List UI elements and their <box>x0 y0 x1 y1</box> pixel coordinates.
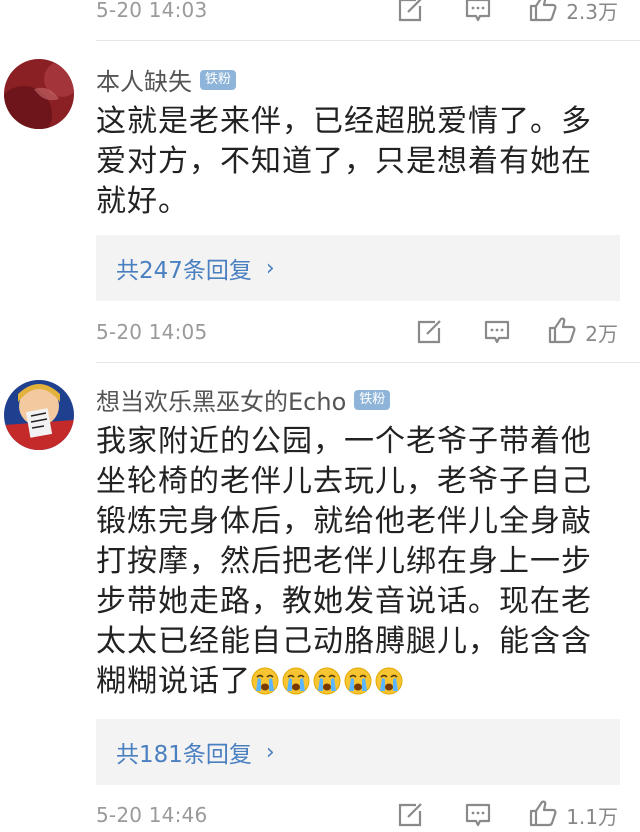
comment-meta-row: 5-20 14:46 1.1万 <box>96 799 618 831</box>
chevron-right-icon: › <box>265 739 275 765</box>
crying-face-icon <box>282 666 310 695</box>
edit-icon[interactable] <box>413 316 445 348</box>
crying-face-icon <box>313 666 341 695</box>
comment-header: 想当欢乐黑巫女的Echo 铁粉 <box>96 382 391 417</box>
comment-time: 5-20 14:03 <box>96 0 208 22</box>
crying-face-icon <box>344 666 372 695</box>
avatar[interactable] <box>4 59 74 129</box>
reply-count-link: 共247条回复 <box>116 258 252 284</box>
comment-text: 这就是老来伴，已经超脱爱情了。多爱对方，不知道了，只是想着有她在就好。 <box>96 104 592 219</box>
comment-header: 本人缺失 铁粉 <box>96 62 237 97</box>
crying-face-icon <box>375 666 403 695</box>
comment-text: 我家附近的公园，一个老爷子带着他坐轮椅的老伴儿去玩儿，老爷子自己锻炼完身体后，就… <box>96 422 606 702</box>
comment-meta-row: 5-20 14:05 2万 <box>96 316 618 348</box>
comment-icon[interactable] <box>462 799 494 831</box>
avatar[interactable] <box>4 380 74 450</box>
comment-text-content: 我家附近的公园，一个老爷子带着他坐轮椅的老伴儿去玩儿，老爷子自己锻炼完身体后，就… <box>96 424 592 699</box>
like-button[interactable]: 1.1万 <box>528 798 618 832</box>
thumbs-up-icon <box>547 315 577 349</box>
fan-badge: 铁粉 <box>354 389 391 410</box>
comment-icon[interactable] <box>462 0 494 26</box>
like-count: 1.1万 <box>566 804 618 829</box>
edit-icon[interactable] <box>394 799 426 831</box>
fan-badge: 铁粉 <box>200 69 237 90</box>
comment-meta-row: 5-20 14:03 2.3万 <box>96 0 618 26</box>
like-button[interactable]: 2.3万 <box>528 0 618 27</box>
username[interactable]: 想当欢乐黑巫女的Echo <box>96 382 346 417</box>
crying-face-icon <box>251 666 279 695</box>
emoji-group <box>251 666 406 695</box>
thumbs-up-icon <box>528 0 558 27</box>
comment-divider <box>96 40 640 41</box>
like-count: 2万 <box>585 321 618 346</box>
chevron-right-icon: › <box>265 255 275 281</box>
comment-time: 5-20 14:46 <box>96 803 208 827</box>
comment-divider <box>96 362 640 363</box>
comment-time: 5-20 14:05 <box>96 320 208 344</box>
comment-actions: 2.3万 <box>358 0 618 27</box>
thumbs-up-icon <box>528 798 558 832</box>
view-replies-button[interactable]: 共247条回复 › <box>96 235 620 301</box>
like-count: 2.3万 <box>566 0 618 24</box>
view-replies-button[interactable]: 共181条回复 › <box>96 719 620 785</box>
username[interactable]: 本人缺失 <box>96 62 192 97</box>
like-button[interactable]: 2万 <box>547 315 618 349</box>
reply-count-link: 共181条回复 <box>116 742 252 768</box>
comment-actions: 2万 <box>377 315 618 349</box>
comment-actions: 1.1万 <box>358 798 618 832</box>
comment-icon[interactable] <box>481 316 513 348</box>
edit-icon[interactable] <box>394 0 426 26</box>
